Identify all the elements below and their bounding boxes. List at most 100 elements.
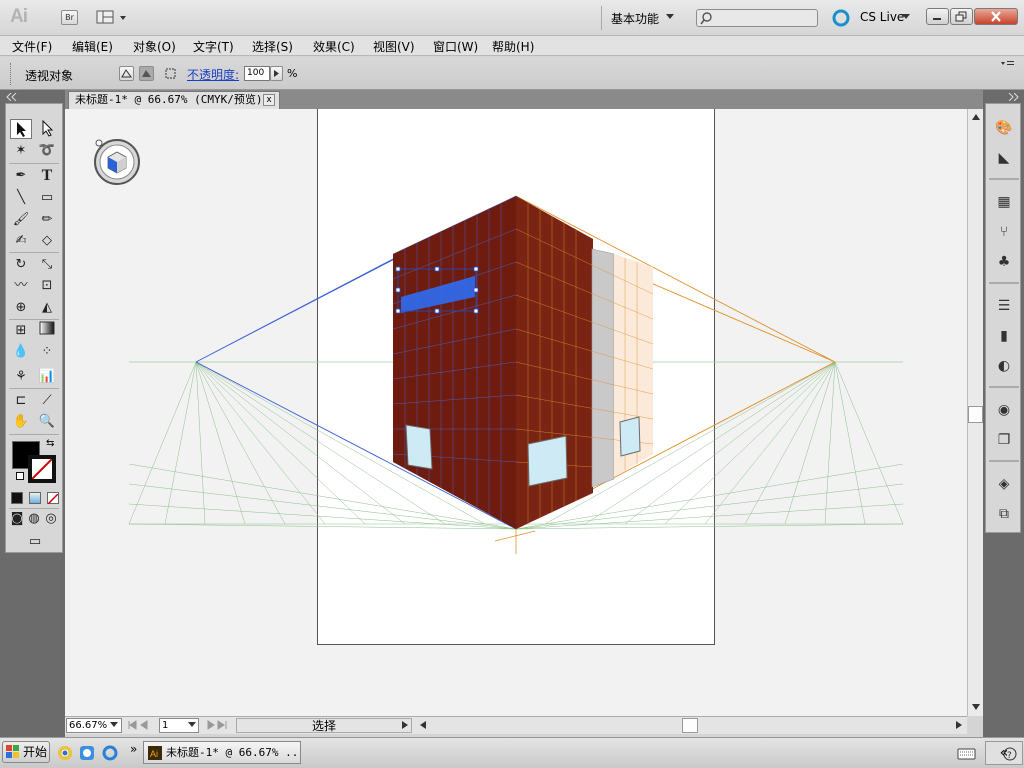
menu-help[interactable]: 帮助(H) — [492, 38, 534, 55]
symbol-sprayer-tool-icon[interactable]: ⚘ — [10, 367, 32, 387]
free-transform-tool-icon[interactable]: ⊡ — [36, 276, 58, 296]
menu-edit[interactable]: 编辑(E) — [72, 38, 113, 55]
symbols-panel-icon[interactable]: ♣ — [994, 252, 1014, 272]
opacity-input[interactable]: 100 — [244, 66, 270, 81]
scroll-down-icon[interactable] — [971, 702, 981, 712]
stroke-panel-icon[interactable]: ☰ — [994, 296, 1014, 316]
rectangle-tool-icon[interactable]: ▭ — [36, 188, 58, 208]
pen-tool-icon[interactable]: ✒ — [10, 166, 32, 186]
blend-tool-icon[interactable]: ⁘ — [36, 342, 58, 362]
first-artboard-icon[interactable] — [127, 720, 157, 730]
scroll-right-icon[interactable] — [954, 720, 964, 730]
menu-effect[interactable]: 效果(C) — [313, 38, 355, 55]
brushes-panel-icon[interactable]: ⑂ — [994, 222, 1014, 242]
chevron-down-icon[interactable] — [666, 14, 675, 20]
quick-launch-more-icon[interactable]: » — [130, 742, 137, 756]
menu-view[interactable]: 视图(V) — [373, 38, 415, 55]
help-icon[interactable]: ? — [1003, 747, 1017, 761]
swatches-panel-icon[interactable]: ▦ — [994, 192, 1014, 212]
menu-type[interactable]: 文字(T) — [193, 38, 234, 55]
mesh-tool-icon[interactable]: ⊞ — [10, 321, 32, 341]
chrome-icon[interactable] — [57, 745, 73, 761]
horizontal-scroll-thumb[interactable] — [682, 718, 698, 733]
hand-tool-icon[interactable]: ✋ — [10, 412, 32, 432]
bridge-button[interactable]: Br — [61, 10, 78, 25]
scroll-left-icon[interactable] — [418, 720, 428, 730]
vertical-scrollbar[interactable] — [967, 109, 983, 716]
canvas-area[interactable] — [65, 109, 967, 716]
app-launcher-icon[interactable] — [79, 745, 95, 761]
paintbrush-tool-icon[interactable]: 🖌 — [10, 210, 32, 230]
minimize-button[interactable] — [926, 8, 949, 25]
close-button[interactable] — [974, 8, 1018, 25]
shape-builder-tool-icon[interactable]: ⊕ — [10, 298, 32, 318]
appearance-panel-icon[interactable]: ◉ — [994, 400, 1014, 420]
search-input[interactable] — [696, 9, 818, 27]
collapse-icon[interactable] — [6, 93, 18, 101]
draw-normal-icon[interactable]: ◙ — [9, 509, 25, 529]
transform-icon[interactable] — [163, 66, 179, 82]
ie-icon[interactable] — [102, 745, 118, 761]
menu-object[interactable]: 对象(O) — [133, 38, 176, 55]
status-text[interactable]: 选择 — [236, 718, 412, 733]
stroke-swatch[interactable] — [28, 455, 56, 483]
chevron-down-icon[interactable] — [188, 721, 197, 729]
menu-select[interactable]: 选择(S) — [252, 38, 293, 55]
artboards-panel-icon[interactable]: ⧉ — [994, 504, 1014, 524]
graphic-styles-panel-icon[interactable]: ❐ — [994, 430, 1014, 450]
gradient-tool-icon[interactable] — [36, 321, 58, 341]
none-mode-button[interactable] — [47, 492, 59, 505]
perspective-draw-button[interactable] — [139, 66, 154, 81]
keyboard-icon[interactable] — [957, 745, 977, 761]
perspective-toggle-button[interactable] — [119, 66, 134, 81]
expand-icon[interactable] — [1008, 93, 1020, 101]
rotate-tool-icon[interactable]: ↻ — [10, 255, 32, 275]
draw-behind-icon[interactable]: ◍ — [26, 509, 42, 529]
artboard-tool-icon[interactable]: ⊏ — [10, 391, 32, 411]
selection-tool-icon[interactable] — [10, 119, 32, 139]
menu-file[interactable]: 文件(F) — [12, 38, 52, 55]
workspace-switcher[interactable]: 基本功能 — [611, 10, 659, 27]
magic-wand-tool-icon[interactable]: ✶ — [10, 141, 32, 161]
document-tab[interactable]: 未标题-1* @ 66.67% (CMYK/预览) — [68, 91, 280, 109]
transparency-panel-icon[interactable]: ◐ — [994, 356, 1014, 376]
restore-button[interactable] — [950, 8, 973, 25]
vertical-scroll-thumb[interactable] — [968, 406, 983, 423]
eraser-tool-icon[interactable]: ◇ — [36, 231, 58, 251]
gradient-panel-icon[interactable]: ▮ — [994, 326, 1014, 346]
blob-brush-tool-icon[interactable]: ✍ — [10, 231, 32, 251]
draw-inside-icon[interactable]: ◎ — [43, 509, 59, 529]
status-menu-icon[interactable] — [400, 720, 410, 730]
color-panel-icon[interactable]: 🎨 — [994, 118, 1014, 138]
start-button[interactable]: 开始 — [2, 741, 50, 763]
screen-mode-icon[interactable]: ▭ — [23, 532, 47, 552]
color-guide-icon[interactable]: ◣ — [994, 148, 1014, 168]
direct-selection-tool-icon[interactable] — [36, 119, 58, 139]
line-tool-icon[interactable]: ╲ — [10, 188, 32, 208]
panel-menu-icon[interactable] — [1001, 60, 1015, 70]
column-graph-tool-icon[interactable]: 📊 — [36, 367, 58, 387]
opacity-label[interactable]: 不透明度: — [187, 66, 239, 83]
pencil-tool-icon[interactable]: ✏ — [36, 210, 58, 230]
slice-tool-icon[interactable]: ⟋ — [36, 391, 58, 411]
layers-panel-icon[interactable]: ◈ — [994, 474, 1014, 494]
zoom-tool-icon[interactable]: 🔍 — [36, 412, 58, 432]
lasso-tool-icon[interactable]: ➰ — [36, 141, 58, 161]
scroll-up-icon[interactable] — [971, 112, 981, 122]
default-colors-icon[interactable] — [16, 472, 24, 480]
gradient-mode-button[interactable] — [29, 492, 41, 504]
scale-tool-icon[interactable]: ⤡ — [36, 255, 58, 275]
arrange-documents-button[interactable] — [96, 9, 128, 26]
opacity-flyout-button[interactable] — [270, 66, 283, 81]
cs-live-menu[interactable]: CS Live — [860, 10, 904, 24]
taskbar-illustrator-item[interactable]: Ai 未标题-1* @ 66.67% ... — [143, 741, 301, 764]
tab-close-button[interactable]: x — [263, 94, 275, 106]
perspective-grid-tool-icon[interactable]: ◭ — [36, 298, 58, 318]
chevron-down-icon[interactable] — [110, 721, 119, 729]
chevron-down-icon[interactable] — [902, 14, 911, 20]
swap-fill-stroke-icon[interactable]: ⇆ — [46, 438, 54, 449]
type-tool-icon[interactable]: T — [36, 166, 58, 186]
menu-window[interactable]: 窗口(W) — [433, 38, 478, 55]
color-mode-button[interactable] — [11, 492, 23, 504]
eyedropper-tool-icon[interactable]: 💧 — [10, 342, 32, 362]
